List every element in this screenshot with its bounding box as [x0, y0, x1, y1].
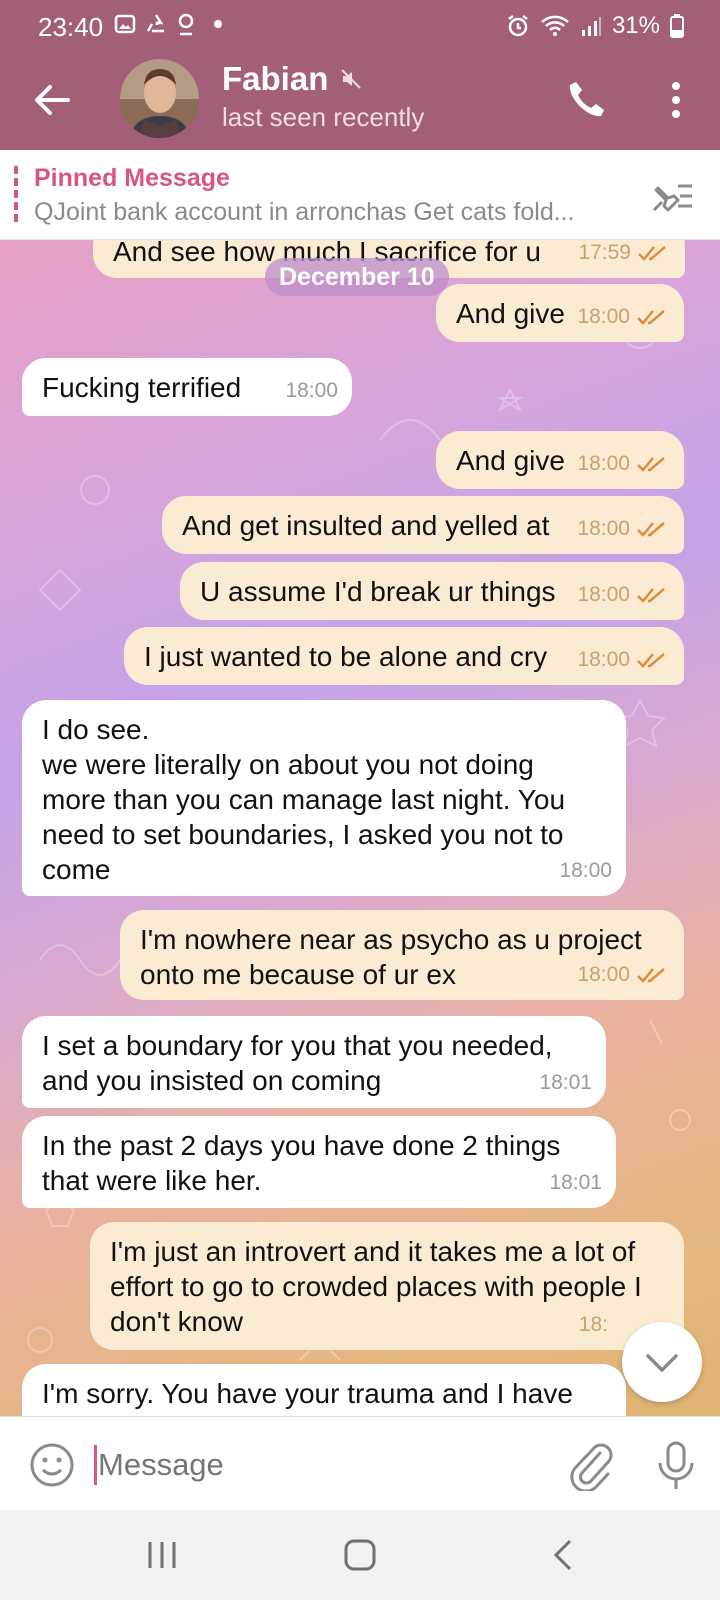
message-bubble-in[interactable]: Fucking terrified 18:00	[22, 358, 352, 416]
message-meta: 18:00	[577, 642, 670, 677]
message-text: In the past 2 days you have done 2 thing…	[42, 1130, 561, 1196]
back-arrow-icon[interactable]	[30, 78, 74, 122]
message-bubble-out[interactable]: U assume I'd break ur things 18:00	[180, 562, 684, 620]
status-bar: 23:40 31%	[0, 0, 720, 52]
message-time: 18:00	[577, 517, 630, 540]
double-check-icon	[637, 967, 665, 983]
message-bubble-out[interactable]: And give 18:00	[436, 284, 684, 342]
chevron-down-icon	[646, 1354, 678, 1372]
gallery-icon	[114, 14, 136, 34]
more-options-icon[interactable]	[658, 78, 694, 122]
message-bubble-in[interactable]: In the past 2 days you have done 2 thing…	[22, 1116, 616, 1208]
double-check-icon	[637, 309, 665, 325]
message-time: 18:01	[549, 1171, 602, 1194]
avatar[interactable]	[120, 59, 199, 138]
message-time: 18:00	[577, 305, 630, 328]
message-text: I'm nowhere near as psycho as u project …	[140, 924, 642, 990]
message-time: 18:	[578, 1313, 608, 1336]
pinned-message-bar[interactable]: Pinned Message QJoint bank account in ar…	[0, 150, 720, 240]
message-text: I set a boundary for you that you needed…	[42, 1030, 553, 1096]
message-composer	[0, 1416, 720, 1510]
status-notification-icons	[114, 12, 222, 36]
date-separator: December 10	[265, 258, 449, 296]
message-meta: 18:00	[577, 511, 670, 546]
message-meta: 18:00	[577, 957, 670, 992]
double-check-icon	[637, 587, 665, 603]
recycle-icon	[146, 14, 164, 33]
signal-icon	[581, 17, 601, 36]
attach-icon[interactable]	[566, 1439, 614, 1491]
message-text: I do see. we were literally on about you…	[42, 714, 566, 885]
message-time: 18:01	[539, 1071, 592, 1094]
message-bubble-in[interactable]: I set a boundary for you that you needed…	[22, 1016, 606, 1108]
contact-name-text: Fabian	[222, 60, 329, 97]
dot-icon	[214, 20, 222, 28]
message-bubble-out[interactable]: I'm nowhere near as psycho as u project …	[120, 910, 684, 1000]
message-bubble-out[interactable]: I'm just an introvert and it takes me a …	[90, 1222, 684, 1350]
message-time: 18:00	[559, 859, 612, 882]
location-icon	[178, 13, 194, 36]
message-time: 18:00	[577, 583, 630, 606]
double-check-icon	[637, 456, 665, 472]
pinned-text: QJoint bank account in arronchas Get cat…	[34, 198, 575, 226]
pinned-title: Pinned Message	[34, 164, 230, 192]
message-bubble-out[interactable]: And give 18:00	[436, 431, 684, 489]
message-input[interactable]	[98, 1443, 538, 1487]
chat-area[interactable]: And see how much I sacrifice for u 17:59…	[0, 240, 720, 1416]
muted-icon	[341, 69, 362, 89]
chat-header: Fabian last seen recently	[0, 52, 720, 150]
message-time: 17:59	[578, 241, 631, 264]
message-bubble-in[interactable]: I do see. we were literally on about you…	[22, 700, 626, 896]
battery-icon	[670, 14, 684, 38]
back-nav-icon[interactable]	[544, 1538, 584, 1572]
message-bubble-in[interactable]: I'm sorry. You have your trauma and I ha…	[22, 1364, 626, 1416]
message-bubble-out[interactable]: I just wanted to be alone and cry 18:00	[124, 627, 684, 685]
phone-call-icon[interactable]	[562, 76, 610, 124]
message-meta: 18:	[579, 1307, 608, 1342]
message-time: 18:00	[577, 452, 630, 475]
message-meta: 18:00	[559, 853, 612, 888]
message-time: 18:00	[577, 648, 630, 671]
message-bubble-out[interactable]: And get insulted and yelled at 18:00	[162, 496, 684, 554]
microphone-icon[interactable]	[654, 1439, 698, 1491]
message-meta: 18:00	[577, 446, 670, 481]
message-text: I'm sorry. You have your trauma and I ha…	[42, 1378, 573, 1409]
status-right: 31%	[506, 12, 684, 40]
message-meta: 18:00	[577, 299, 670, 334]
alarm-icon	[508, 15, 528, 37]
home-icon[interactable]	[340, 1538, 380, 1572]
scroll-down-button[interactable]	[622, 1322, 702, 1402]
double-check-icon	[637, 652, 665, 668]
wifi-icon	[541, 15, 569, 36]
recent-apps-icon[interactable]	[142, 1538, 182, 1572]
message-meta: 17:59	[578, 240, 671, 270]
battery-percent: 31%	[611, 12, 660, 39]
contact-status: last seen recently	[222, 102, 425, 132]
system-nav-bar	[0, 1510, 720, 1600]
contact-name[interactable]: Fabian	[222, 60, 362, 98]
message-time: 18:00	[285, 379, 338, 402]
status-time: 23:40	[38, 12, 104, 42]
emoji-icon[interactable]	[28, 1441, 76, 1489]
message-meta: 18:00	[577, 577, 670, 612]
double-check-icon	[638, 245, 666, 261]
text-cursor	[94, 1445, 97, 1485]
message-time: 18:00	[577, 963, 630, 986]
message-meta: 18:01	[549, 1165, 602, 1200]
double-check-icon	[637, 521, 665, 537]
pinned-indicator	[14, 166, 18, 222]
message-meta: 18:00	[285, 373, 338, 408]
pinned-list-icon[interactable]	[648, 176, 696, 216]
message-meta: 18:01	[539, 1065, 592, 1100]
